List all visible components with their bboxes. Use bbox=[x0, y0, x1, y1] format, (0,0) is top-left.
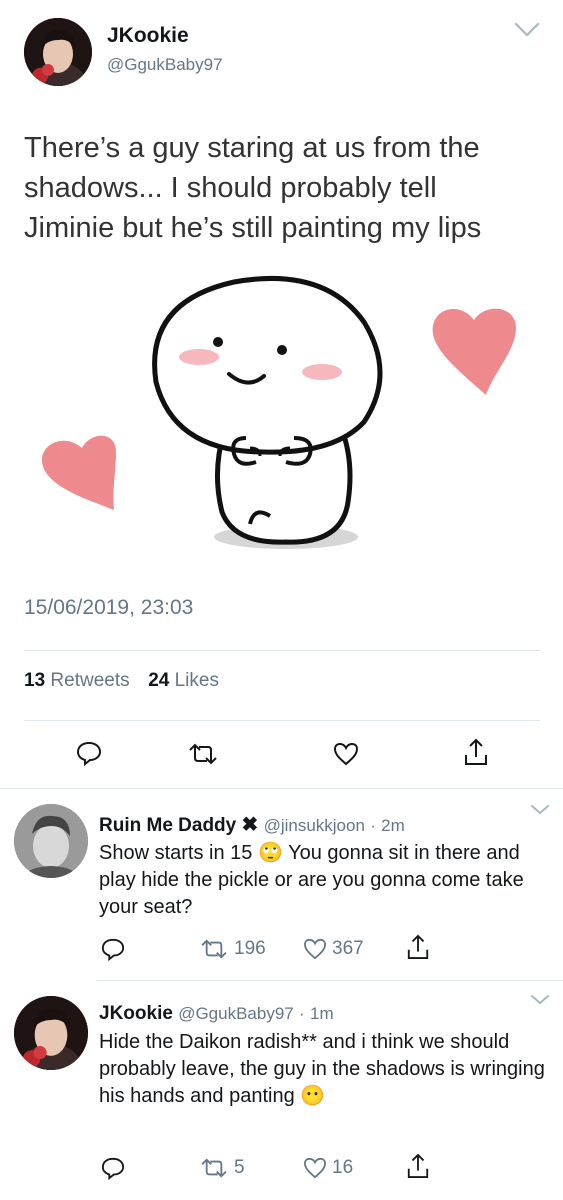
avatar[interactable] bbox=[24, 18, 92, 86]
reply-handle[interactable]: @jinsukkjoon bbox=[264, 816, 365, 835]
chevron-down-icon[interactable] bbox=[530, 804, 550, 816]
like-icon[interactable] bbox=[303, 938, 327, 960]
divider bbox=[24, 720, 540, 721]
divider bbox=[0, 788, 563, 789]
reply-icon[interactable] bbox=[101, 937, 125, 961]
chevron-down-icon[interactable] bbox=[514, 22, 540, 38]
reply-avatar[interactable] bbox=[14, 804, 88, 878]
separator-dot: · bbox=[299, 1004, 305, 1023]
retweet-icon[interactable] bbox=[200, 1157, 228, 1179]
reply-text: Show starts in 15 🙄 You gonna sit in the… bbox=[99, 842, 524, 918]
reply-time[interactable]: 2m bbox=[381, 816, 405, 835]
reply-header: Ruin Me Daddy ✖ @jinsukkjoon · 2m bbox=[99, 812, 405, 837]
like-count[interactable]: 24 bbox=[148, 670, 169, 691]
retweet-count: 5 bbox=[234, 1157, 245, 1178]
reply-display-name[interactable]: Ruin Me Daddy bbox=[99, 815, 236, 836]
x-icon: ✖ bbox=[241, 814, 259, 836]
retweet-icon[interactable] bbox=[188, 742, 218, 766]
like-count: 367 bbox=[332, 938, 364, 959]
engagement-stats: 13 Retweets 24 Likes bbox=[24, 670, 219, 692]
reply-text: Hide the Daikon radish** and i think we … bbox=[99, 1031, 545, 1107]
share-icon[interactable] bbox=[406, 1153, 430, 1179]
reply-header: JKookie @GgukBaby97 · 1m bbox=[99, 1003, 334, 1025]
chevron-down-icon[interactable] bbox=[530, 994, 550, 1006]
heart-left-icon bbox=[41, 435, 116, 510]
reply-handle[interactable]: @GgukBaby97 bbox=[178, 1004, 294, 1023]
like-count: 16 bbox=[332, 1157, 354, 1178]
handle[interactable]: @GgukBaby97 bbox=[107, 55, 223, 75]
reply-icon[interactable] bbox=[101, 1156, 125, 1180]
reply-avatar[interactable] bbox=[14, 996, 88, 1070]
retweet-count: 196 bbox=[234, 938, 266, 959]
retweet-label[interactable]: Retweets bbox=[50, 670, 129, 691]
like-label[interactable]: Likes bbox=[175, 670, 219, 691]
like-icon[interactable] bbox=[333, 742, 359, 766]
reply-icon[interactable] bbox=[76, 740, 102, 766]
reply-display-name[interactable]: JKookie bbox=[99, 1003, 173, 1024]
share-icon[interactable] bbox=[463, 738, 489, 766]
retweet-count[interactable]: 13 bbox=[24, 670, 45, 691]
retweet-icon[interactable] bbox=[200, 938, 228, 960]
display-name[interactable]: JKookie bbox=[107, 24, 189, 48]
timestamp[interactable]: 15/06/2019, 23:03 bbox=[24, 596, 193, 620]
tweet-image[interactable] bbox=[24, 262, 540, 572]
separator-dot: · bbox=[370, 816, 376, 835]
heart-right-icon bbox=[432, 308, 516, 395]
divider bbox=[24, 650, 540, 651]
share-icon[interactable] bbox=[406, 934, 430, 960]
tweet-text: There’s a guy staring at us from the sha… bbox=[24, 132, 482, 244]
like-icon[interactable] bbox=[303, 1157, 327, 1179]
reply-time[interactable]: 1m bbox=[310, 1004, 334, 1023]
divider bbox=[97, 980, 563, 981]
